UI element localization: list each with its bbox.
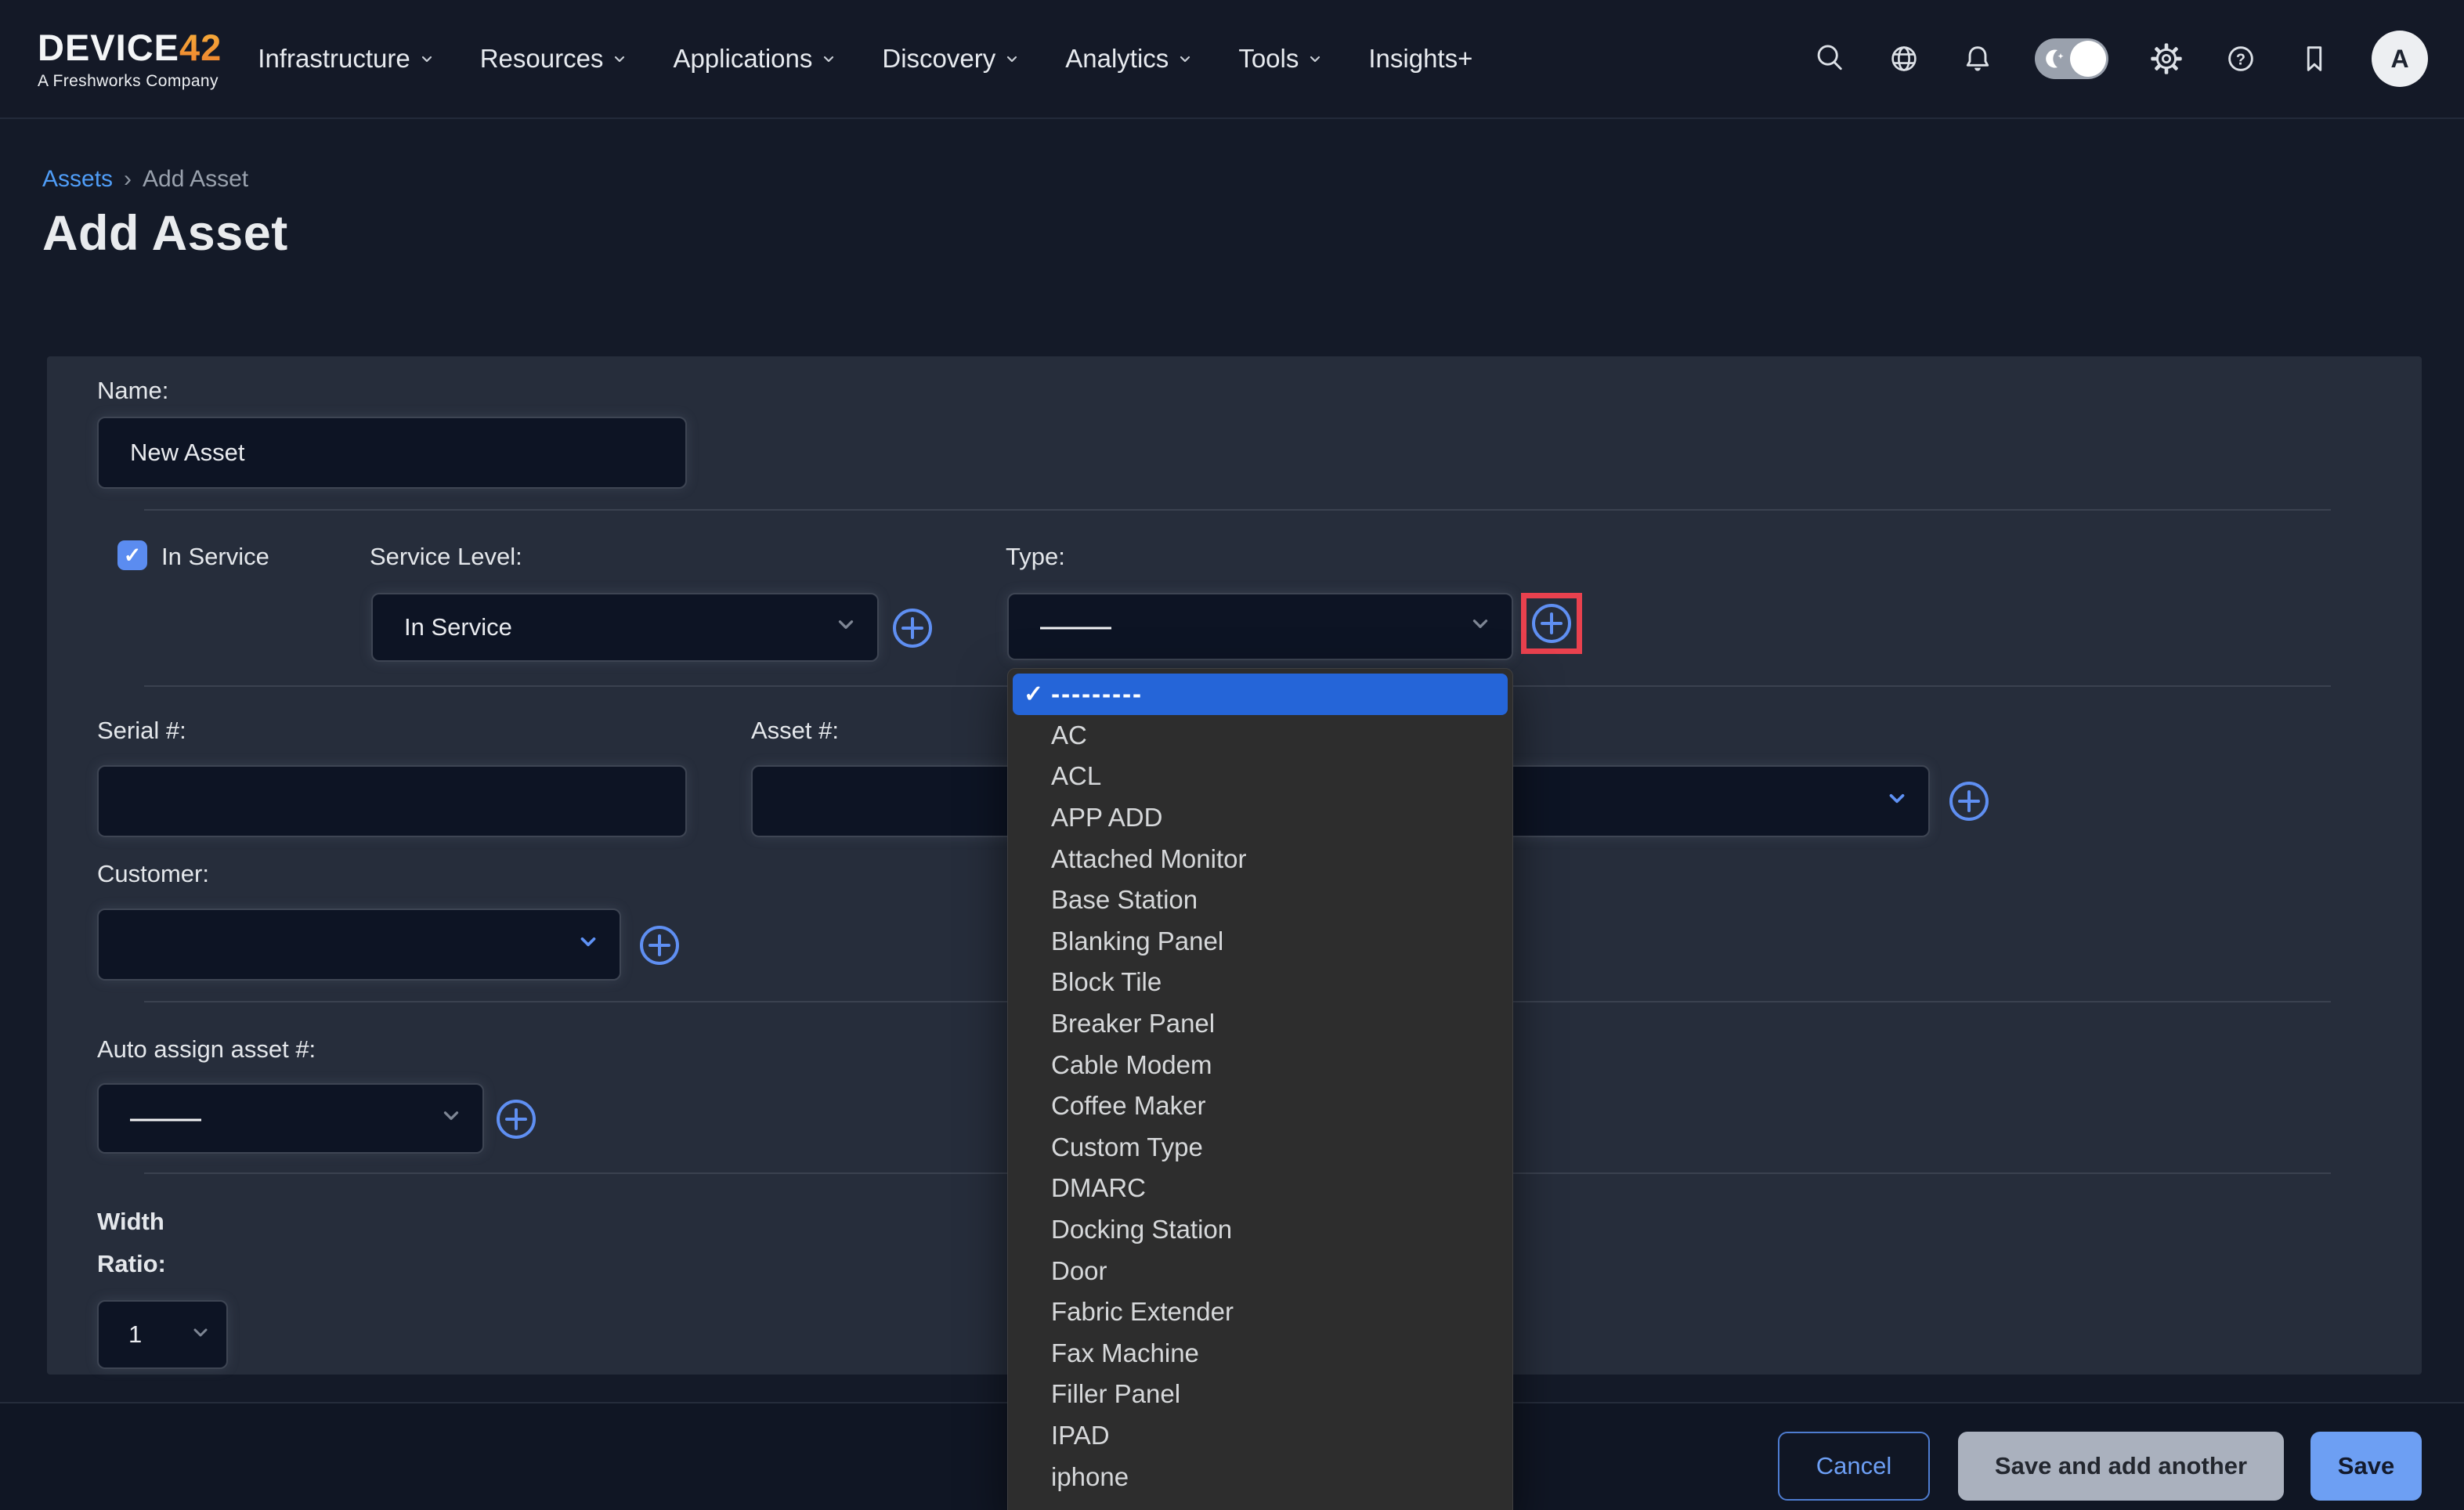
check-icon: ✓	[124, 544, 142, 568]
navbar-actions: ? A	[1814, 31, 2428, 87]
theme-toggle[interactable]	[2035, 38, 2108, 79]
width-ratio-label-line2: Ratio:	[97, 1250, 166, 1278]
type-label: Type:	[1006, 543, 1065, 571]
type-option[interactable]: Attached Monitor	[1013, 838, 1508, 880]
add-unlabeled-button[interactable]	[1948, 780, 1990, 822]
type-option[interactable]: Door	[1013, 1250, 1508, 1291]
search-icon[interactable]	[1814, 42, 1847, 75]
type-select[interactable]: ———	[1007, 593, 1513, 660]
save-and-add-another-button[interactable]: Save and add another	[1958, 1432, 2284, 1501]
user-avatar[interactable]: A	[2372, 31, 2428, 87]
type-option[interactable]: ACL	[1013, 756, 1508, 797]
chevron-down-icon	[190, 1320, 211, 1349]
in-service-checkbox[interactable]: ✓	[117, 540, 147, 570]
bell-icon[interactable]	[1961, 42, 1994, 75]
type-option[interactable]: DMARC	[1013, 1168, 1508, 1209]
save-button[interactable]: Save	[2310, 1432, 2422, 1501]
asset-number-label: Asset #:	[751, 717, 839, 745]
chevron-down-icon	[612, 51, 627, 67]
type-option[interactable]: IPAD	[1013, 1415, 1508, 1457]
nav-item-discovery[interactable]: Discovery	[882, 44, 1020, 74]
page-title: Add Asset	[42, 205, 288, 262]
type-option[interactable]: Fabric Extender	[1013, 1291, 1508, 1333]
customer-label: Customer:	[97, 860, 209, 888]
nav-item-applications[interactable]: Applications	[673, 44, 836, 74]
auto-assign-select[interactable]: ———	[97, 1083, 484, 1154]
chevron-down-icon	[419, 51, 435, 67]
type-option[interactable]: Breaker Panel	[1013, 1003, 1508, 1045]
main-nav: Infrastructure Resources Applications Di…	[258, 44, 1472, 74]
check-icon: ✓	[1024, 681, 1043, 708]
type-option[interactable]: Coffee Maker	[1013, 1086, 1508, 1127]
service-level-select[interactable]: In Service	[371, 593, 879, 662]
customer-select[interactable]	[97, 909, 621, 981]
auto-assign-label: Auto assign asset #:	[97, 1035, 316, 1064]
red-highlight-box	[1521, 593, 1582, 654]
name-input[interactable]: New Asset	[97, 417, 687, 489]
type-option[interactable]: Cable Modem	[1013, 1044, 1508, 1086]
type-option[interactable]: Base Station	[1013, 880, 1508, 921]
breadcrumb-separator: ›	[124, 166, 132, 193]
type-option[interactable]: Custom Type	[1013, 1127, 1508, 1169]
chevron-down-icon	[821, 51, 836, 67]
top-navbar: DEVICE42 A Freshworks Company Infrastruc…	[0, 0, 2464, 119]
in-service-label: In Service	[161, 543, 269, 571]
add-customer-button[interactable]	[638, 924, 681, 966]
nav-item-tools[interactable]: Tools	[1238, 44, 1323, 74]
toggle-knob	[2070, 41, 2106, 77]
type-option[interactable]: Docking Station	[1013, 1209, 1508, 1251]
nav-item-infrastructure[interactable]: Infrastructure	[258, 44, 434, 74]
add-auto-assign-button[interactable]	[495, 1098, 537, 1140]
add-service-level-button[interactable]	[891, 607, 934, 649]
name-label: Name:	[97, 377, 168, 405]
cancel-button[interactable]: Cancel	[1778, 1432, 1930, 1501]
chevron-down-icon	[1177, 51, 1193, 67]
chevron-down-icon	[1307, 51, 1323, 67]
moon-icon	[2040, 44, 2070, 78]
add-type-button[interactable]	[1530, 602, 1573, 645]
serial-label: Serial #:	[97, 717, 186, 745]
gear-icon[interactable]	[2149, 42, 2184, 76]
nav-item-resources[interactable]: Resources	[480, 44, 628, 74]
chevron-down-icon	[1004, 51, 1020, 67]
bookmark-icon[interactable]	[2298, 42, 2331, 75]
breadcrumb-assets-link[interactable]: Assets	[42, 166, 113, 193]
type-option[interactable]: iphone	[1013, 1456, 1508, 1497]
logo-tagline: A Freshworks Company	[38, 73, 222, 89]
logo-device: DEVICE	[38, 27, 179, 68]
nav-item-insights[interactable]: Insights+	[1368, 44, 1472, 74]
logo-wordmark: DEVICE42	[38, 29, 222, 66]
width-ratio-label-line1: Width	[97, 1208, 164, 1236]
chevron-down-icon	[1886, 787, 1908, 815]
service-level-label: Service Level:	[370, 543, 522, 571]
breadcrumb-current: Add Asset	[143, 166, 248, 193]
type-option[interactable]: AC	[1013, 715, 1508, 757]
type-option[interactable]: APP ADD	[1013, 797, 1508, 839]
type-dropdown-menu: ✓---------ACACLAPP ADDAttached MonitorBa…	[1007, 668, 1513, 1510]
type-option[interactable]: Block Tile	[1013, 962, 1508, 1003]
device42-logo[interactable]: DEVICE42 A Freshworks Company	[38, 29, 222, 89]
svg-text:?: ?	[2236, 52, 2245, 69]
chevron-down-icon	[440, 1104, 462, 1132]
help-icon[interactable]: ?	[2224, 42, 2257, 75]
type-option[interactable]: ✓---------	[1013, 674, 1508, 715]
type-option[interactable]: Fax Machine	[1013, 1333, 1508, 1375]
width-ratio-select[interactable]: 1	[97, 1300, 228, 1369]
chevron-down-icon	[1469, 612, 1491, 641]
breadcrumb: Assets › Add Asset	[42, 166, 248, 193]
type-option[interactable]: Filler Panel	[1013, 1374, 1508, 1415]
section-divider	[144, 509, 2331, 511]
chevron-down-icon	[835, 613, 857, 641]
type-option[interactable]: Blanking Panel	[1013, 921, 1508, 963]
serial-input[interactable]	[97, 765, 687, 837]
chevron-down-icon	[577, 930, 599, 959]
app-root: DEVICE42 A Freshworks Company Infrastruc…	[0, 0, 2464, 1510]
globe-icon[interactable]	[1888, 42, 1920, 75]
logo-42: 42	[179, 27, 222, 68]
nav-item-analytics[interactable]: Analytics	[1065, 44, 1193, 74]
